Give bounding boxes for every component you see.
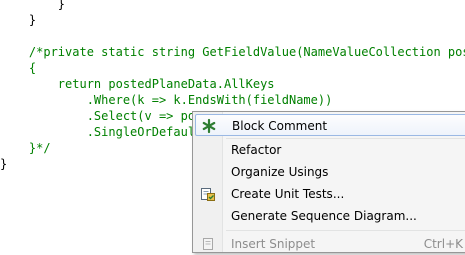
menu-item-create-unit-tests[interactable]: Create Unit Tests... (195, 183, 465, 205)
code-line-comment: .SingleOrDefaul (0, 125, 196, 139)
menu-item-organize-usings[interactable]: Organize Usings (195, 161, 465, 183)
code-line-comment: /*private static string GetFieldValue(Na… (0, 45, 465, 59)
block-comment-icon (201, 118, 217, 134)
menu-item-label: Refactor (231, 143, 282, 157)
menu-item-refactor[interactable]: Refactor (195, 139, 465, 161)
code-line-comment: { (0, 61, 37, 75)
menu-item-label: Create Unit Tests... (231, 187, 345, 201)
code-line-comment: return postedPlaneData.AllKeys (0, 77, 275, 91)
menu-item-block-comment[interactable]: Block Comment (195, 114, 465, 136)
menu-item-label: Organize Usings (231, 165, 329, 179)
menu-separator (226, 230, 465, 231)
menu-item-label: Generate Sequence Diagram... (231, 209, 417, 223)
unit-test-icon (200, 186, 216, 202)
context-menu: Block Comment Refactor Organize Usings C… (192, 111, 465, 253)
code-line-comment: }*/ (0, 141, 51, 155)
menu-item-generate-sequence-diagram[interactable]: Generate Sequence Diagram... (195, 205, 465, 227)
code-line-comment: .Where(k => k.EndsWith(fieldName)) (0, 93, 333, 107)
menu-item-shortcut: Ctrl+K (423, 237, 463, 251)
code-line: } (0, 13, 37, 27)
menu-item-label: Block Comment (232, 119, 328, 133)
menu-item-insert-snippet[interactable]: Insert Snippet Ctrl+K (195, 233, 465, 255)
code-line: } (0, 157, 8, 171)
code-line: } (0, 0, 66, 11)
menu-item-label: Insert Snippet (231, 237, 316, 251)
snippet-icon (200, 236, 216, 252)
code-line-comment: .Select(v => po (0, 109, 196, 123)
